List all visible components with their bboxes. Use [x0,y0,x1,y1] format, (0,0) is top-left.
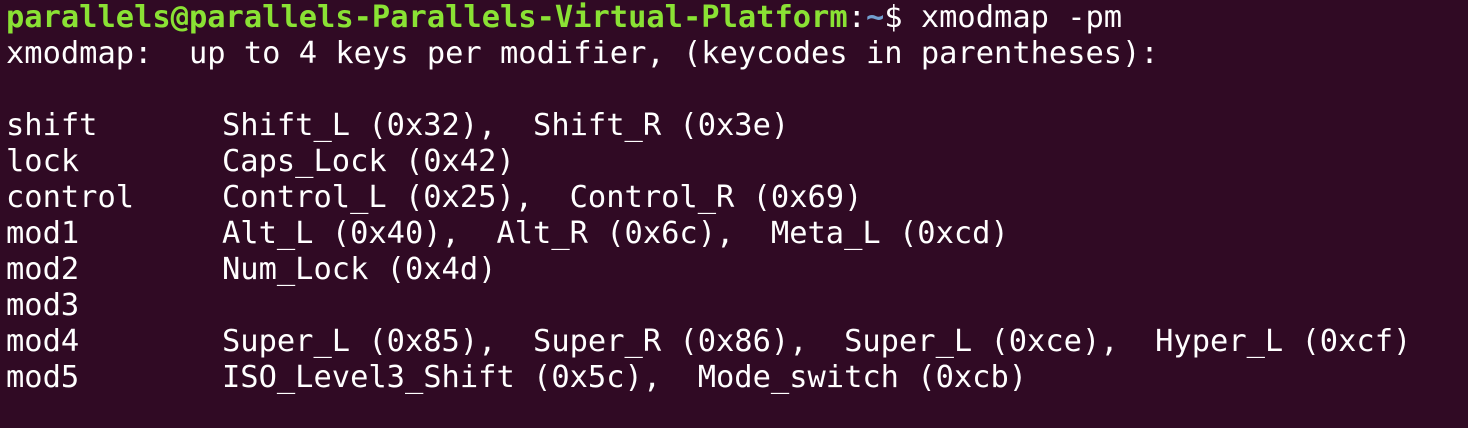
modifier-keys: Super_L (0x85), Super_R (0x86), Super_L … [222,324,1412,359]
modifier-name: mod5 [6,360,80,395]
modifier-name: mod2 [6,252,80,287]
modifier-name: mod3 [6,288,80,323]
modifier-name: shift [6,108,98,143]
prompt-user-host: parallels@parallels-Parallels-Virtual-Pl… [6,0,848,35]
prompt-colon: : [847,0,866,35]
modifier-name: lock [6,144,80,179]
modifier-keys: Caps_Lock (0x42) [222,144,515,179]
modifier-name: mod1 [6,216,80,251]
modifier-row-mod1: mod1 Alt_L (0x40), Alt_R (0x6c), Meta_L (… [6,216,1468,252]
modifier-name: mod4 [6,324,80,359]
modifier-row-mod5: mod5 ISO_Level3_Shift (0x5c), Mode_switch… [6,360,1468,396]
modifier-name: control [6,180,135,215]
modifier-keys: Num_Lock (0x4d) [222,252,497,287]
modifier-keys: Shift_L (0x32), Shift_R (0x3e) [222,108,790,143]
modifier-keys: Alt_L (0x40), Alt_R (0x6c), Meta_L (0xcd… [222,216,1009,251]
modifier-row-mod4: mod4 Super_L (0x85), Super_R (0x86), Supe… [6,324,1468,360]
modifier-keys: ISO_Level3_Shift (0x5c), Mode_switch (0x… [222,360,1028,395]
modifier-keys: Control_L (0x25), Control_R (0x69) [222,180,863,215]
output-blank-line [6,72,1468,108]
prompt-line: parallels@parallels-Parallels-Virtual-Pl… [6,0,1468,36]
prompt-path: ~ [865,0,885,35]
modifier-row-shift: shift Shift_L (0x32), Shift_R (0x3e) [6,108,1468,144]
prompt-symbol: $ [884,0,921,35]
modifier-row-mod3: mod3 [6,288,1468,324]
terminal-window[interactable]: parallels@parallels-Parallels-Virtual-Pl… [0,0,1468,428]
command-text: xmodmap -pm [920,0,1123,35]
modifier-row-control: control Control_L (0x25), Control_R (0x69… [6,180,1468,216]
modifier-row-lock: lock Caps_Lock (0x42) [6,144,1468,180]
modifier-row-mod2: mod2 Num_Lock (0x4d) [6,252,1468,288]
output-header: xmodmap: up to 4 keys per modifier, (key… [6,36,1159,71]
